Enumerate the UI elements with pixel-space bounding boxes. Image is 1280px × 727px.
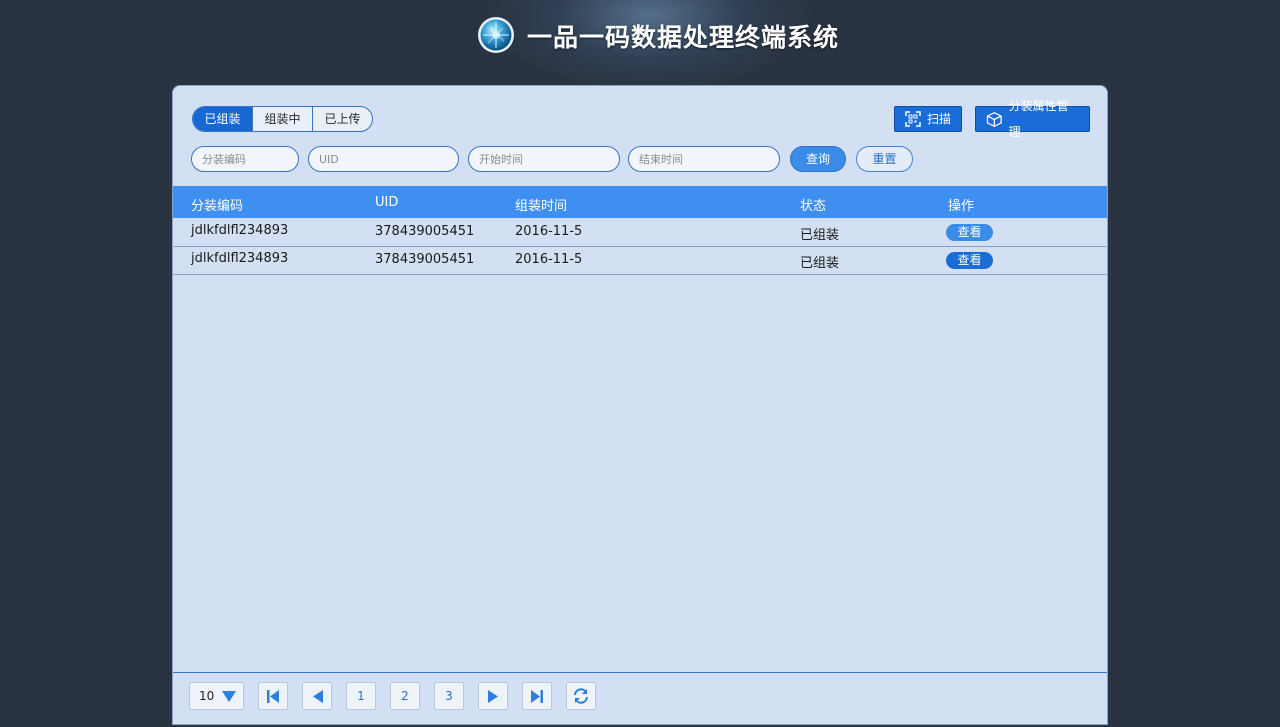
code-filter-input[interactable]	[191, 146, 299, 172]
tab-assembled[interactable]: 已组装	[193, 107, 253, 131]
dropdown-triangle-icon	[222, 690, 237, 702]
table-header: 分装编码 UID 组装时间 状态 操作	[173, 186, 1107, 218]
scan-button[interactable]: 扫描	[894, 106, 962, 132]
cell-uid: 378439005451	[375, 252, 475, 267]
refresh-button[interactable]	[566, 682, 596, 710]
first-page-icon	[267, 689, 279, 703]
tab-uploaded[interactable]: 已上传	[313, 107, 372, 131]
box-icon	[986, 111, 1002, 127]
first-page-button[interactable]	[258, 682, 288, 710]
cell-code: jdlkfdlfl234893	[191, 251, 289, 266]
table-row[interactable]: jdlkfdlfl234893 378439005451 2016-11-5 已…	[173, 218, 1107, 247]
tab-assembling[interactable]: 组装中	[253, 107, 313, 131]
next-page-icon	[487, 689, 498, 703]
column-header-time[interactable]: 组装时间	[515, 195, 567, 214]
app-title: 一品一码数据处理终端系统	[527, 23, 840, 52]
view-button[interactable]: 查看	[946, 224, 993, 241]
cell-uid: 378439005451	[375, 224, 475, 239]
attr-manage-label: 分装属性管理	[1008, 99, 1069, 139]
uid-filter-input[interactable]	[308, 146, 459, 172]
prev-page-button[interactable]	[302, 682, 332, 710]
scan-icon	[905, 111, 921, 127]
main-panel: 已组装 组装中 已上传 扫描 分装属性管理 查询 重置 分装编码 UID 组装时…	[172, 85, 1108, 725]
column-header-code[interactable]: 分装编码	[191, 195, 243, 214]
cell-status: 已组装	[800, 228, 840, 243]
attr-manage-button[interactable]: 分装属性管理	[975, 99, 1090, 139]
column-header-uid[interactable]: UID	[375, 195, 398, 210]
prev-page-icon	[312, 689, 323, 703]
status-tabs: 已组装 组装中 已上传	[192, 106, 373, 132]
page-size-select[interactable]: 10	[189, 682, 244, 710]
table-row[interactable]: jdlkfdlfl234893 378439005451 2016-11-5 已…	[173, 246, 1107, 275]
cell-time: 2016-11-5	[515, 224, 583, 239]
next-page-button[interactable]	[478, 682, 508, 710]
query-button[interactable]: 查询	[790, 146, 846, 172]
page-2-button[interactable]: 2	[390, 682, 420, 710]
page-1-button[interactable]: 1	[346, 682, 376, 710]
last-page-icon	[531, 689, 543, 703]
scan-label: 扫描	[927, 112, 952, 126]
pagination-bar: 10 1 2 3	[173, 672, 1107, 727]
app-header: 一品一码数据处理终端系统	[0, 0, 1280, 80]
reset-button[interactable]: 重置	[856, 146, 913, 172]
view-button[interactable]: 查看	[946, 252, 993, 269]
start-time-input[interactable]	[468, 146, 620, 172]
column-header-status[interactable]: 状态	[800, 195, 826, 214]
cell-code: jdlkfdlfl234893	[191, 223, 289, 238]
end-time-input[interactable]	[628, 146, 780, 172]
page-3-button[interactable]: 3	[434, 682, 464, 710]
last-page-button[interactable]	[522, 682, 552, 710]
refresh-icon	[574, 688, 588, 704]
page-size-value: 10	[199, 689, 215, 703]
column-header-action: 操作	[948, 199, 975, 214]
globe-logo-icon	[478, 17, 514, 53]
cell-status: 已组装	[800, 256, 840, 271]
cell-time: 2016-11-5	[515, 252, 583, 267]
